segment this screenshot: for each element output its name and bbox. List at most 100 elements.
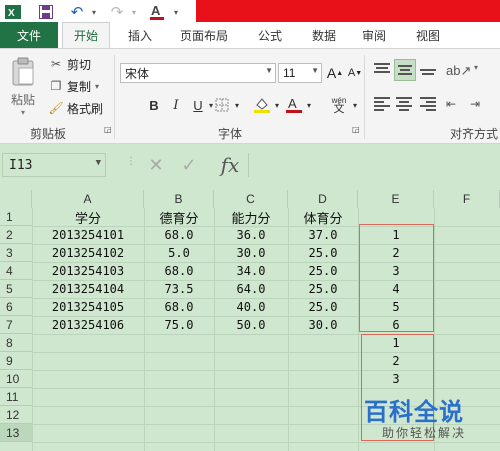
cell[interactable]: 25.0 xyxy=(288,262,358,280)
row-header[interactable]: 12 xyxy=(0,406,32,424)
font-launcher-icon[interactable]: ◲ xyxy=(352,125,360,134)
font-name-select[interactable]: 宋体 ▼ xyxy=(120,63,276,83)
shrink-font-icon[interactable]: A ▼ xyxy=(346,63,364,83)
cell-header[interactable]: 体育分 xyxy=(288,208,358,226)
column-header[interactable]: F xyxy=(434,190,500,208)
cancel-formula-icon[interactable]: ✕ xyxy=(145,152,167,178)
cell[interactable]: 36.0 xyxy=(214,226,288,244)
cell[interactable]: 37.0 xyxy=(288,226,358,244)
decrease-indent-icon[interactable]: ⇤ xyxy=(446,95,466,113)
cell[interactable]: 40.0 xyxy=(214,298,288,316)
undo-icon[interactable]: ↶ xyxy=(66,2,88,22)
insert-function-icon[interactable]: fx xyxy=(215,151,245,179)
fill-color-dropdown-icon[interactable]: ▾ xyxy=(272,95,282,115)
cell[interactable]: 64.0 xyxy=(214,280,288,298)
row-header[interactable]: 6 xyxy=(0,298,32,316)
column-header[interactable]: B xyxy=(144,190,214,208)
italic-button[interactable]: I xyxy=(166,95,186,115)
font-color-dropdown-icon[interactable]: ▾ xyxy=(170,2,182,22)
cell[interactable]: 73.5 xyxy=(144,280,214,298)
cell[interactable]: 30.0 xyxy=(288,316,358,334)
paste-button[interactable]: 粘贴 ▾ xyxy=(6,57,40,119)
fill-color-button[interactable] xyxy=(252,95,272,115)
cell[interactable]: 2013254106 xyxy=(32,316,144,334)
row-header[interactable]: 11 xyxy=(0,388,32,406)
cell[interactable]: 2013254101 xyxy=(32,226,144,244)
tab-review[interactable]: 审阅 xyxy=(362,22,386,48)
cell[interactable]: 25.0 xyxy=(288,280,358,298)
cell-header[interactable]: 学分 xyxy=(32,208,144,226)
tab-home[interactable]: 开始 xyxy=(62,22,110,48)
row-header[interactable]: 3 xyxy=(0,244,32,262)
cell[interactable]: 25.0 xyxy=(288,298,358,316)
tab-page-layout[interactable]: 页面布局 xyxy=(180,22,228,48)
cell[interactable]: 2013254102 xyxy=(32,244,144,262)
align-middle-icon[interactable] xyxy=(394,59,416,81)
tab-file[interactable]: 文件 xyxy=(0,22,58,48)
grow-font-icon[interactable]: A ▲ xyxy=(326,63,344,83)
cell[interactable]: 25.0 xyxy=(288,244,358,262)
save-icon[interactable] xyxy=(36,2,56,22)
column-header[interactable]: C xyxy=(214,190,288,208)
border-dropdown-icon[interactable]: ▾ xyxy=(232,95,242,115)
cell[interactable]: 5.0 xyxy=(144,244,214,262)
font-size-select[interactable]: 11 ▼ xyxy=(278,63,322,83)
tab-data[interactable]: 数据 xyxy=(312,22,336,48)
copy-button[interactable]: ❐ 复制 ▾ xyxy=(48,77,99,95)
cell[interactable]: 34.0 xyxy=(214,262,288,280)
row-header[interactable]: 4 xyxy=(0,262,32,280)
align-center-icon[interactable] xyxy=(394,95,414,113)
row-header-selected[interactable]: 13 xyxy=(0,424,32,442)
align-bottom-icon[interactable] xyxy=(418,63,438,81)
redo-icon[interactable]: ↷ xyxy=(106,2,128,22)
orientation-dropdown-icon[interactable]: ▾ xyxy=(474,63,478,72)
row-header[interactable]: 2 xyxy=(0,226,32,244)
redo-dropdown-icon[interactable]: ▾ xyxy=(128,2,140,22)
name-box[interactable]: I13 ▼ xyxy=(2,153,106,177)
phonetic-dropdown-icon[interactable]: ▾ xyxy=(350,95,360,115)
font-color-icon[interactable]: A xyxy=(146,2,168,22)
select-all-corner[interactable] xyxy=(0,190,32,208)
row-header[interactable]: 9 xyxy=(0,352,32,370)
cell[interactable]: 30.0 xyxy=(214,244,288,262)
column-header[interactable]: E xyxy=(358,190,434,208)
cell[interactable]: 2013254105 xyxy=(32,298,144,316)
cell[interactable]: 68.0 xyxy=(144,298,214,316)
column-header[interactable]: A xyxy=(32,190,144,208)
row-header[interactable]: 10 xyxy=(0,370,32,388)
cell[interactable]: 2013254104 xyxy=(32,280,144,298)
align-top-icon[interactable] xyxy=(372,61,392,79)
underline-button[interactable]: U xyxy=(188,95,208,115)
row-header[interactable]: 5 xyxy=(0,280,32,298)
cut-button[interactable]: ✂ 剪切 xyxy=(48,55,91,73)
align-right-icon[interactable] xyxy=(418,95,438,113)
cell[interactable]: 68.0 xyxy=(144,226,214,244)
clipboard-launcher-icon[interactable]: ◲ xyxy=(104,125,112,134)
font-color-dropdown-icon[interactable]: ▾ xyxy=(304,95,314,115)
cell[interactable]: 68.0 xyxy=(144,262,214,280)
bold-button[interactable]: B xyxy=(144,95,164,115)
cell-header[interactable]: 德育分 xyxy=(144,208,214,226)
font-size-value: 11 xyxy=(283,66,296,80)
phonetic-button[interactable]: wén 文 xyxy=(328,95,350,115)
cell[interactable]: 75.0 xyxy=(144,316,214,334)
tab-insert[interactable]: 插入 xyxy=(128,22,152,48)
row-header[interactable]: 1 xyxy=(0,208,32,226)
format-painter-button[interactable]: 🖌 格式刷 xyxy=(48,99,103,117)
tab-view[interactable]: 视图 xyxy=(416,22,440,48)
confirm-formula-icon[interactable]: ✓ xyxy=(178,152,200,178)
border-button[interactable] xyxy=(212,95,232,115)
tab-formulas[interactable]: 公式 xyxy=(258,22,282,48)
row-header[interactable]: 7 xyxy=(0,316,32,334)
font-color-button[interactable]: A xyxy=(284,95,304,115)
row-header[interactable]: 8 xyxy=(0,334,32,352)
cell[interactable]: 50.0 xyxy=(214,316,288,334)
formula-input[interactable] xyxy=(248,153,500,177)
cell[interactable]: 2013254103 xyxy=(32,262,144,280)
column-header[interactable]: D xyxy=(288,190,358,208)
increase-indent-icon[interactable]: ⇥ xyxy=(470,95,490,113)
align-left-icon[interactable] xyxy=(372,95,392,113)
cell-header[interactable]: 能力分 xyxy=(214,208,288,226)
undo-dropdown-icon[interactable]: ▾ xyxy=(88,2,100,22)
orientation-icon[interactable]: ab↗ xyxy=(446,61,472,81)
